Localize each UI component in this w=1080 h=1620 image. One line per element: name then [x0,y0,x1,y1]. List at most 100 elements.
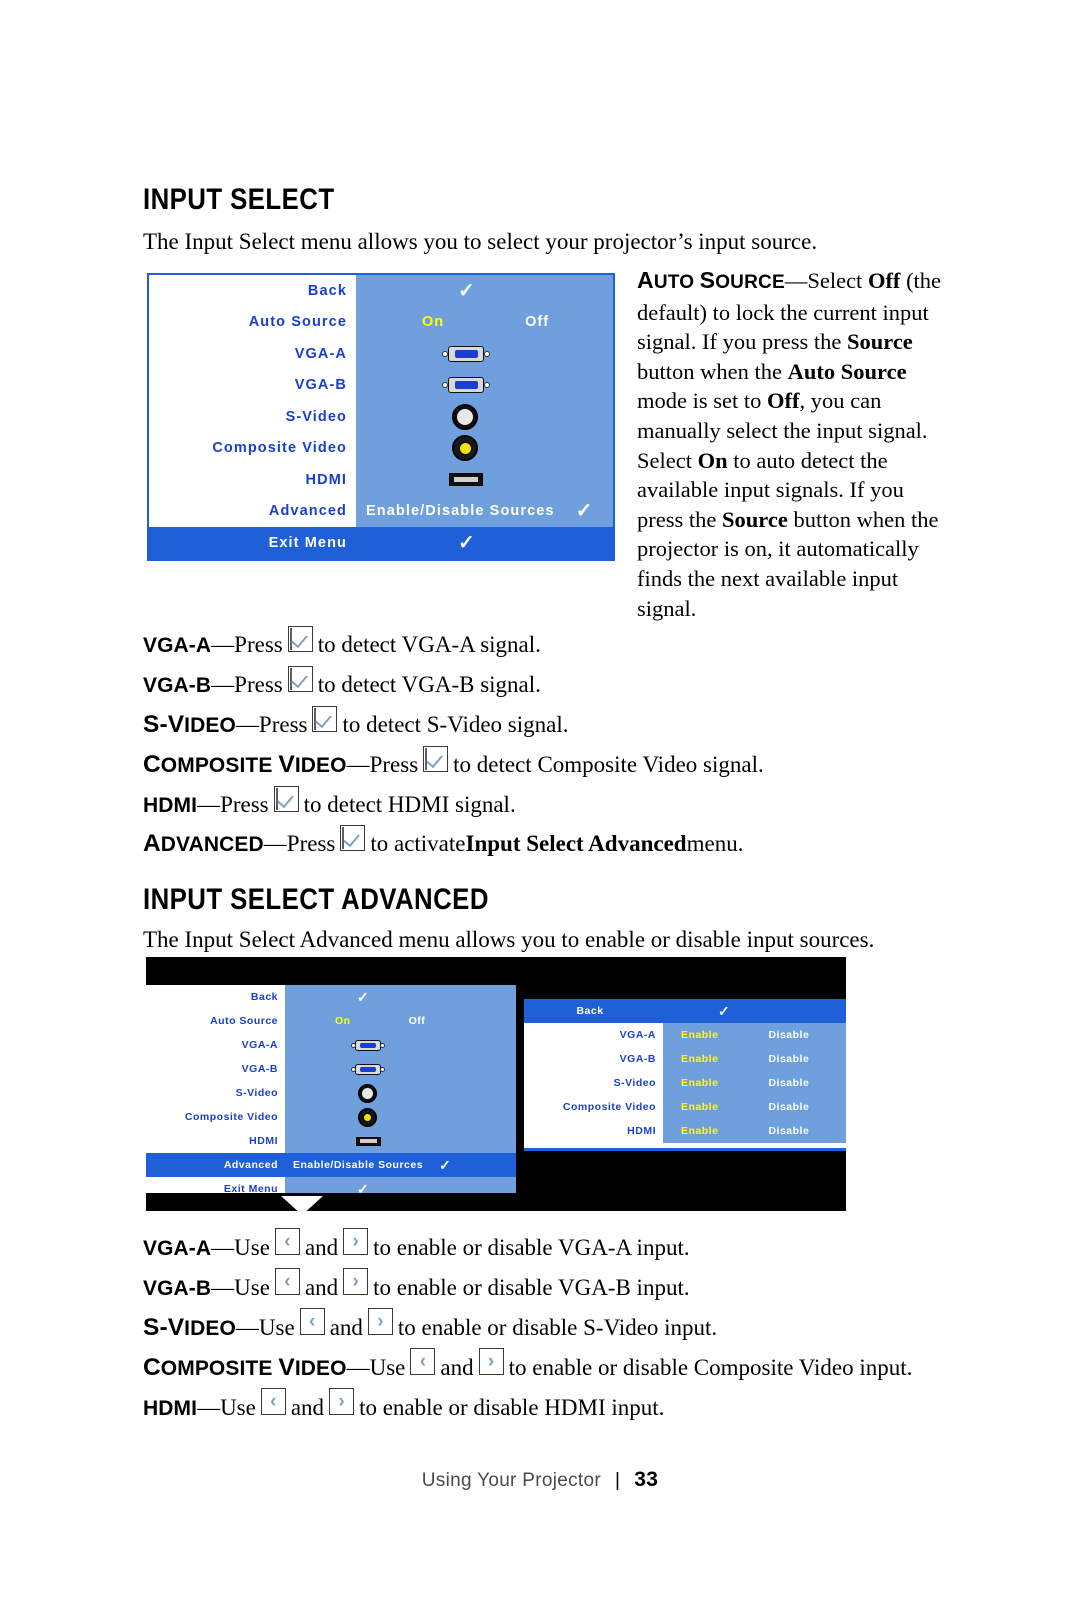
osd-value-vga-b [285,1057,516,1081]
right-arrow-button-icon[interactable]: › [367,1308,393,1335]
down-triangle-marker-icon [281,1196,323,1215]
bullet-pre: Use [220,1395,256,1420]
disable-option[interactable]: Disable [768,1101,809,1113]
enable-option[interactable]: Enable [681,1053,718,1065]
bullet-hdmi-detect: HDMI — Press to detect HDMI signal. [143,786,516,821]
bullet-mid: and [329,1315,363,1340]
osd-row-auto-source[interactable]: Auto Source On Off [146,1009,516,1033]
osd-row-hdmi[interactable]: HDMI Enable Disable [524,1119,846,1143]
osd-label-exit-menu: Exit Menu [149,527,356,559]
bullet-vga-b-detect: VGA-B — Press to detect VGA-B signal. [143,666,541,701]
enable-disable-sources-text: Enable/Disable Sources [366,503,555,520]
osd-row-exit-menu[interactable]: Exit Menu ✓ [146,1177,516,1193]
osd-value-s-video [285,1081,516,1105]
bullet-vga-a-enable: VGA-A — Use ‹ and › to enable or disable V… [143,1228,690,1264]
right-arrow-button-icon[interactable]: › [478,1348,504,1375]
right-arrow-button-icon[interactable]: › [343,1268,369,1295]
bullet-post: to enable or disable S-Video input. [397,1315,718,1340]
left-arrow-button-icon[interactable]: ‹ [299,1308,325,1335]
enable-option[interactable]: Enable [681,1101,718,1113]
enable-option[interactable]: Enable [681,1077,718,1089]
right-arrow-button-icon[interactable]: › [329,1388,355,1415]
bullet-tail: menu. [686,831,744,856]
osd-value-back: ✓ [285,985,516,1009]
left-arrow-button-icon[interactable]: ‹ [274,1228,300,1255]
osd-row-back[interactable]: Back ✓ [149,275,613,307]
osd-row-back[interactable]: Back ✓ [146,985,516,1009]
osd-value-vga-a [356,338,613,370]
osd-menu-input-select[interactable]: Back ✓ Auto Source On Off VGA-A VGA-B S-… [147,273,615,561]
bullet-mid: and [440,1355,474,1380]
osd-label-advanced: Advanced [146,1153,285,1177]
check-button-icon[interactable] [287,626,313,652]
osd-advanced-left-panel[interactable]: Back ✓ Auto Source On Off VGA-A VGA-B S-… [146,985,516,1193]
checkmark-icon: ✓ [439,1157,451,1173]
osd-row-s-video[interactable]: S-Video Enable Disable [524,1071,846,1095]
osd-row-advanced[interactable]: Advanced Enable/Disable Sources ✓ [146,1153,516,1177]
osd-row-vga-a[interactable]: VGA-A [146,1033,516,1057]
osd-menu-input-select-advanced[interactable]: Back ✓ Auto Source On Off VGA-A VGA-B S-… [146,957,846,1211]
disable-option[interactable]: Disable [768,1053,809,1065]
s-video-connector-icon [358,1083,377,1103]
enable-option[interactable]: Enable [681,1029,718,1041]
check-button-icon[interactable] [312,706,338,732]
osd-advanced-right-panel[interactable]: Back ✓ VGA-A Enable Disable VGA-B Enable… [524,999,846,1151]
bullet-dash: — [197,792,221,817]
left-arrow-button-icon[interactable]: ‹ [274,1268,300,1295]
osd-label-composite-video: Composite Video [524,1095,663,1119]
page-number: 33 [634,1468,659,1491]
bullet-term: HDMI [143,1397,198,1420]
disable-option[interactable]: Disable [768,1029,809,1041]
bullet-pre: Press [234,632,283,657]
osd-row-hdmi[interactable]: HDMI [146,1129,516,1153]
disable-option[interactable]: Disable [768,1077,809,1089]
osd-value-hdmi [356,464,613,496]
osd-label-advanced: Advanced [149,495,356,527]
auto-source-term: AUTO SOURCE [637,267,785,293]
checkmark-icon: ✓ [575,500,593,523]
osd-row-hdmi[interactable]: HDMI [149,464,613,496]
osd-row-s-video[interactable]: S-Video [146,1081,516,1105]
bullet-post: to detect Composite Video signal. [453,752,764,777]
auto-source-on-option[interactable]: On [422,314,444,330]
desc-b2: Source [846,329,913,355]
enable-option[interactable]: Enable [681,1125,718,1137]
osd-value-back: ✓ [356,275,613,307]
bullet-post: to detect S-Video signal. [342,712,569,737]
osd-value-advanced: Enable/Disable Sources ✓ [285,1153,516,1177]
osd-row-vga-a[interactable]: VGA-A Enable Disable [524,1023,846,1047]
check-button-icon[interactable] [340,825,366,851]
osd-row-composite-video[interactable]: Composite Video Enable Disable [524,1095,846,1119]
osd-value-hdmi [285,1129,516,1153]
desc-b6: Source [721,506,788,532]
auto-source-on-option[interactable]: On [335,1015,351,1027]
osd-row-auto-source[interactable]: Auto Source On Off [149,306,613,338]
right-arrow-glyph: › [352,1271,359,1292]
osd-value-exit-menu: ✓ [285,1177,516,1193]
right-arrow-button-icon[interactable]: › [343,1228,369,1255]
bullet-term: VGA-A [143,634,212,657]
check-button-icon[interactable] [273,786,299,812]
left-arrow-button-icon[interactable]: ‹ [410,1348,436,1375]
check-button-icon[interactable] [287,666,313,692]
osd-row-composite-video[interactable]: Composite Video [149,432,613,464]
osd-value-auto-source: On Off [285,1009,516,1033]
auto-source-off-option[interactable]: Off [525,314,549,330]
osd-label-auto-source: Auto Source [149,306,356,338]
osd-row-advanced[interactable]: Advanced Enable/Disable Sources ✓ [149,495,613,527]
osd-row-composite-video[interactable]: Composite Video [146,1105,516,1129]
auto-source-off-option[interactable]: Off [409,1015,426,1027]
osd-value-composite-video: Enable Disable [663,1095,846,1119]
osd-row-vga-b[interactable]: VGA-B [149,369,613,401]
osd-row-vga-a[interactable]: VGA-A [149,338,613,370]
check-button-icon[interactable] [423,746,449,772]
osd-row-back[interactable]: Back ✓ [524,999,846,1023]
osd-row-vga-b[interactable]: VGA-B Enable Disable [524,1047,846,1071]
left-arrow-button-icon[interactable]: ‹ [260,1388,286,1415]
disable-option[interactable]: Disable [768,1125,809,1137]
left-arrow-glyph: ‹ [309,1311,316,1332]
osd-row-vga-b[interactable]: VGA-B [146,1057,516,1081]
intro-text-input-select-advanced: The Input Select Advanced menu allows yo… [143,927,875,952]
osd-row-exit-menu[interactable]: Exit Menu ✓ [149,527,613,559]
osd-row-s-video[interactable]: S-Video [149,401,613,433]
